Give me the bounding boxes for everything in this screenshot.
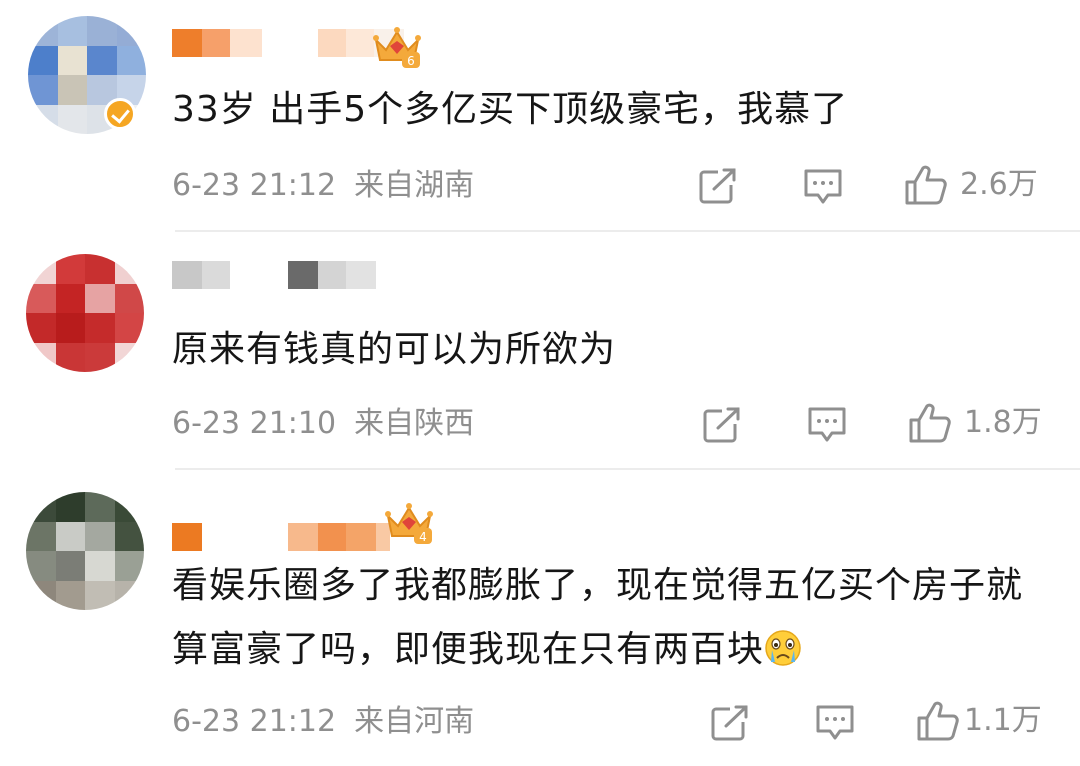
avatar[interactable] xyxy=(26,254,144,372)
comment-text-body: 看娱乐圈多了我都膨胀了，现在觉得五亿买个房子就算富豪了吗，即便我现在只有两百块 xyxy=(172,565,1024,670)
like-count: 1.8万 xyxy=(964,405,1042,440)
crown-badge-icon: 4 xyxy=(385,503,433,544)
share-icon[interactable] xyxy=(698,167,738,205)
svg-text:6: 6 xyxy=(407,54,415,68)
svg-text:4: 4 xyxy=(419,530,427,544)
crown-badge-icon: 6 xyxy=(373,27,421,68)
like-count: 2.6万 xyxy=(960,167,1038,202)
username-masked[interactable] xyxy=(172,520,390,554)
username-masked[interactable] xyxy=(172,26,404,60)
comment-location: 来自陕西 xyxy=(354,406,475,441)
like-count: 1.1万 xyxy=(964,703,1042,738)
comment-item: 原来有钱真的可以为所欲为 6-23 21:10 来自陕西 1.8万 xyxy=(0,232,1080,470)
comment-meta: 6-23 21:12 来自河南 xyxy=(172,702,474,742)
like-button[interactable]: 1.8万 xyxy=(908,402,1042,444)
thumbs-up-icon xyxy=(909,403,951,443)
comment-time: 6-23 21:12 xyxy=(172,704,337,739)
like-button[interactable]: 2.6万 xyxy=(904,164,1038,206)
comment-time: 6-23 21:12 xyxy=(172,168,337,203)
comment-text: 看娱乐圈多了我都膨胀了，现在觉得五亿买个房子就算富豪了吗，即便我现在只有两百块 xyxy=(172,554,1042,682)
thumbs-up-icon xyxy=(917,701,959,741)
comment-meta: 6-23 21:10 来自陕西 xyxy=(172,404,474,444)
comment-meta: 6-23 21:12 来自湖南 xyxy=(172,166,474,206)
comment-icon[interactable] xyxy=(802,167,844,207)
comment-location: 来自河南 xyxy=(354,704,475,739)
verified-badge-icon xyxy=(104,98,136,130)
comment-item: 6 33岁 出手5个多亿买下顶级豪宅，我慕了 6-23 21:12 来自湖南 2.… xyxy=(0,0,1080,232)
avatar[interactable] xyxy=(26,492,144,610)
thumbs-up-icon xyxy=(905,165,947,205)
comment-item: 4 看娱乐圈多了我都膨胀了，现在觉得五亿买个房子就算富豪了吗，即便我现在只有两百… xyxy=(0,470,1080,766)
comment-location: 来自湖南 xyxy=(354,168,475,203)
crying-face-emoji-icon xyxy=(765,630,801,666)
username-masked[interactable] xyxy=(172,258,376,292)
comment-icon[interactable] xyxy=(806,405,848,445)
comment-time: 6-23 21:10 xyxy=(172,406,337,441)
share-icon[interactable] xyxy=(710,704,750,742)
comment-icon[interactable] xyxy=(814,703,856,743)
like-button[interactable]: 1.1万 xyxy=(916,700,1042,742)
share-icon[interactable] xyxy=(702,406,742,444)
comment-text: 原来有钱真的可以为所欲为 xyxy=(172,329,617,370)
comment-text: 33岁 出手5个多亿买下顶级豪宅，我慕了 xyxy=(172,89,849,130)
